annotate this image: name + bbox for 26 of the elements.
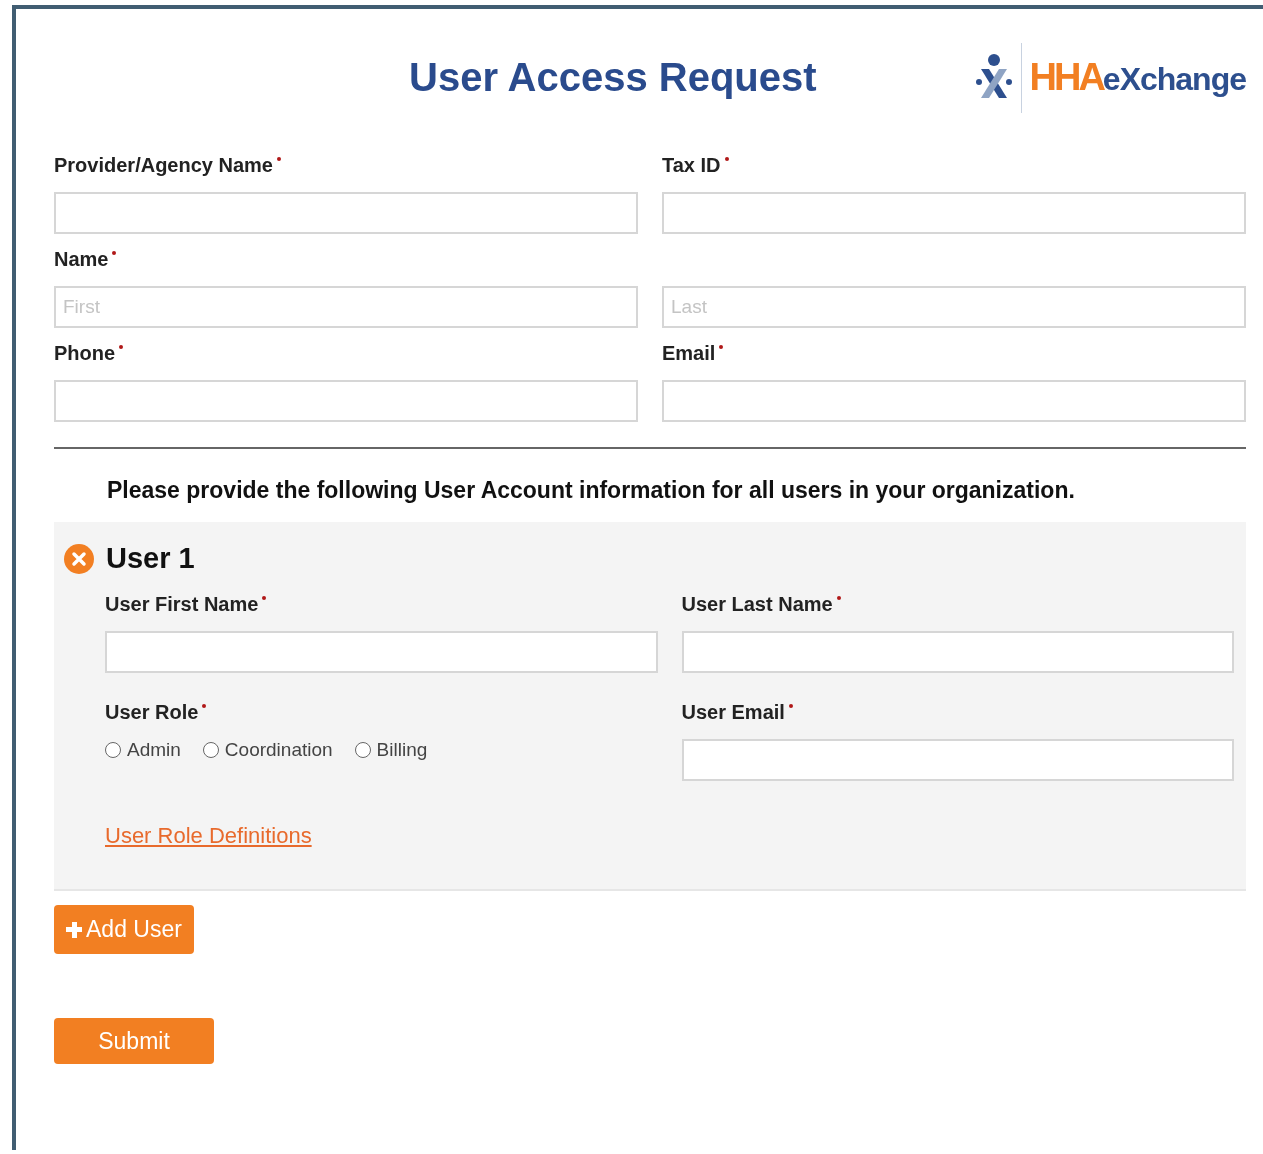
instructions-text: Please provide the following User Account information for all users in your organization. (107, 477, 1076, 504)
user-heading: User 1 (106, 542, 195, 575)
remove-icon[interactable] (64, 543, 94, 574)
field-label: User Email (681, 701, 785, 724)
field-label: User Role (105, 701, 199, 724)
field-label: User Last Name (681, 593, 833, 616)
field-label: Email (662, 342, 716, 365)
input-field[interactable] (662, 380, 1246, 422)
field-label: User First Name (105, 593, 259, 616)
input-field[interactable] (681, 631, 1234, 673)
field-label: Provider/Agency Name (54, 154, 273, 177)
input-field[interactable]: Last (662, 286, 1246, 328)
role-radio[interactable]: Coordination (202, 739, 333, 761)
page-title: User Access Request (409, 55, 817, 100)
input-field[interactable]: First (54, 286, 638, 328)
input-field[interactable] (105, 631, 658, 673)
role-radio[interactable]: Billing (354, 739, 428, 761)
input-field[interactable] (662, 192, 1246, 234)
field-label: Phone (54, 342, 116, 365)
field-label: Name (54, 248, 109, 271)
field-label: Tax ID (662, 154, 721, 177)
logo-wordmark: HHAeXchange (1029, 56, 1246, 99)
input-field[interactable] (681, 739, 1234, 781)
input-field[interactable] (54, 380, 638, 422)
input-field[interactable] (54, 192, 638, 234)
role-radio[interactable]: Admin (105, 739, 181, 761)
